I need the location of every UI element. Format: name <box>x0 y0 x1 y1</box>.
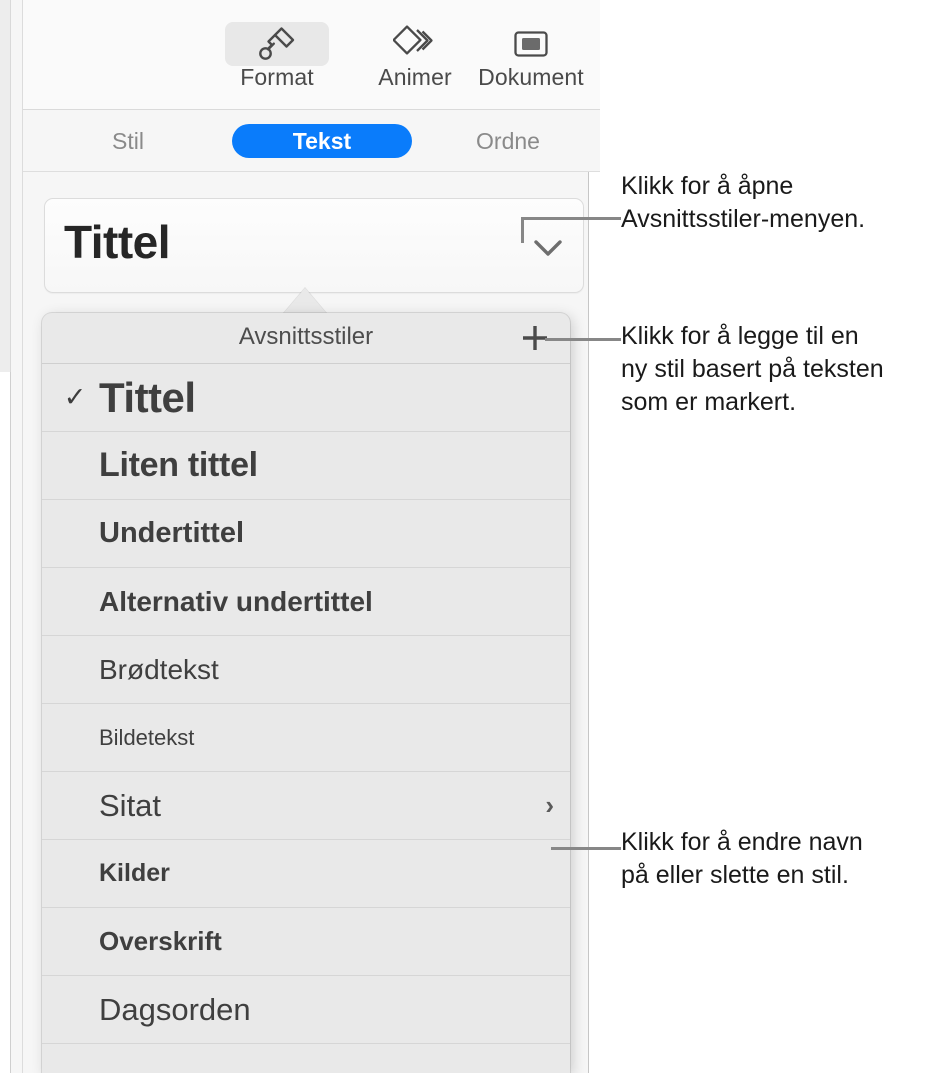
tab-tekst[interactable]: Tekst <box>232 124 412 158</box>
menu-item-kilder[interactable]: Kilder <box>42 840 570 908</box>
menu-item-bildetekst[interactable]: Bildetekst <box>42 704 570 772</box>
popup-pointer-tail <box>283 288 327 314</box>
menu-item-label: Sitat <box>99 787 162 823</box>
toolbar-item-dokument[interactable]: Dokument <box>471 22 591 91</box>
callout-leader-3 <box>551 847 621 850</box>
callout-text-add-style: Klikk for å legge til en ny stil basert … <box>621 322 884 416</box>
menu-item-label: Alternativ undertittel <box>99 585 373 617</box>
callout-leader-1-vertical <box>521 217 524 243</box>
document-rectangle-icon <box>479 22 583 66</box>
inspector-tab-bar: Stil Tekst Ordne <box>23 110 600 172</box>
toolbar-item-label: Animer <box>378 64 452 90</box>
callout-leader-1-horizontal <box>521 217 621 220</box>
inspector-toolbar: Format Animer Dokument <box>23 0 600 110</box>
menu-item-sitat[interactable]: Sitat › <box>42 772 570 840</box>
popup-header: Avsnittsstiler <box>42 313 570 364</box>
document-canvas-edge <box>0 372 11 1073</box>
paragraph-style-button[interactable]: Tittel <box>44 198 584 293</box>
toolbar-item-label: Format <box>240 64 314 90</box>
popup-title: Avsnittsstiler <box>238 323 374 350</box>
chevron-down-icon[interactable] <box>531 231 565 265</box>
toolbar-item-label: Dokument <box>478 64 584 90</box>
menu-item-label: Kilder <box>99 859 170 887</box>
menu-item-label: Overskrift <box>99 926 222 956</box>
paragraph-styles-popup: Avsnittsstiler ✓ Tittel Liten tittel Und… <box>42 313 570 1073</box>
menu-item-label: Liten tittel <box>99 446 258 484</box>
toolbar-item-animer[interactable]: Animer <box>355 22 475 91</box>
paragraph-style-value: Tittel <box>64 216 171 268</box>
checkmark-icon: ✓ <box>63 382 87 412</box>
menu-item-dagsorden[interactable]: Dagsorden <box>42 976 570 1044</box>
menu-item-label: Brødtekst <box>99 653 219 685</box>
animate-diamonds-icon <box>363 22 467 66</box>
menu-item-undertittel[interactable]: Undertittel <box>42 500 570 568</box>
menu-item-tittel[interactable]: ✓ Tittel <box>42 364 570 432</box>
toolbar-item-format[interactable]: Format <box>217 22 337 91</box>
format-inspector-panel: Format Animer Dokument Stil Tekst Ordne … <box>11 0 600 1073</box>
menu-item-label: Dagsorden <box>99 991 251 1027</box>
menu-item-label: Undertittel <box>99 517 244 549</box>
tab-stil[interactable]: Stil <box>85 124 171 158</box>
paintbrush-icon <box>225 22 329 66</box>
menu-item-liten-tittel[interactable]: Liten tittel <box>42 432 570 500</box>
callout-text-open-menu: Klikk for å åpne Avsnittsstiler-menyen. <box>621 172 866 233</box>
menu-item-sitat-submenu[interactable]: › <box>545 790 554 821</box>
menu-item-alternativ-undertittel[interactable]: Alternativ undertittel <box>42 568 570 636</box>
menu-item-label: Bildetekst <box>99 724 195 750</box>
callout-text-rename-delete: Klikk for å endre navn på eller slette e… <box>621 828 863 889</box>
tab-ordne[interactable]: Ordne <box>443 124 573 158</box>
menu-item-label: Tittel <box>99 373 196 421</box>
menu-item-overskrift[interactable]: Overskrift <box>42 908 570 976</box>
menu-item-brodtekst[interactable]: Brødtekst <box>42 636 570 704</box>
callout-leader-2 <box>545 338 621 341</box>
